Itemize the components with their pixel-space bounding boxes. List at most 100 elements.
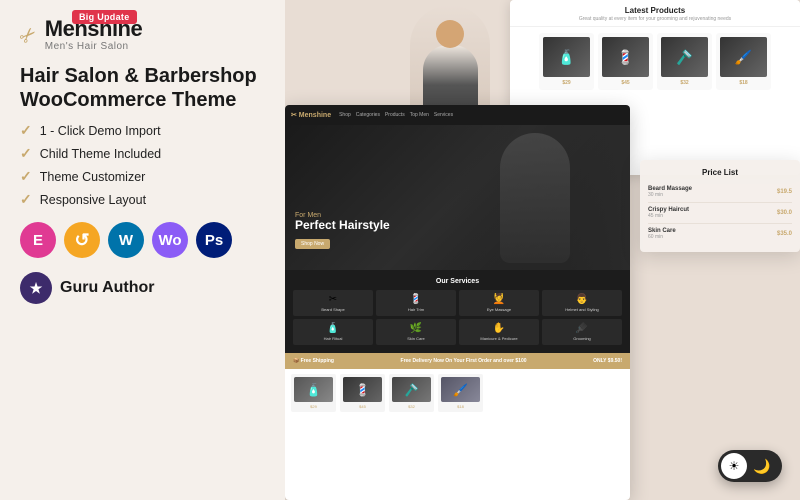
feature-label: Theme Customizer (40, 170, 146, 184)
service-icon: 🧴 (295, 323, 371, 334)
product-card: 🖌️ $18 (716, 33, 771, 90)
barber-nav: ✂ Menshine Shop Categories Products Top … (285, 105, 630, 125)
product-price: $29 (543, 80, 590, 86)
mini-product-price: $18 (441, 404, 480, 409)
service-name: Hair Trim (378, 307, 454, 312)
woocommerce-icon: Wo (152, 222, 188, 258)
service-icon: 🌿 (378, 323, 454, 334)
mini-product: 🧴 $29 (291, 374, 336, 412)
bottom-products: 🧴 $29 💈 $45 🪒 $32 🖌️ $18 (285, 369, 630, 417)
mini-product-img: 🪒 (392, 377, 431, 402)
shop-subtitle: Great quality at every item for your gro… (518, 16, 792, 22)
feature-customizer: ✓ Theme Customizer (20, 168, 265, 185)
mini-product-price: $32 (392, 404, 431, 409)
free-shipping-bar: 📦 Free Shipping Free Delivery Now On You… (285, 353, 630, 369)
service-name: Grooming (544, 336, 620, 341)
update-icon: ↺ (64, 222, 100, 258)
feature-label: Child Theme Included (40, 147, 161, 161)
nav-link: Products (385, 112, 405, 118)
free-shipping-label: 📦 Free Shipping (293, 358, 334, 364)
big-update-badge: Big Update (72, 10, 137, 24)
service-item: 🧴 Hair Ritual (293, 319, 373, 345)
product-img: 💈 (602, 37, 649, 77)
product-price: $45 (602, 80, 649, 86)
delivery-info: Free Delivery Now On Your First Order an… (401, 358, 527, 364)
price-item-cost: $19.5 (777, 189, 792, 195)
shop-now-button[interactable]: Shop Now (295, 239, 330, 249)
service-icon: 💆 (461, 294, 537, 305)
screenshot-main: ✂ Menshine Shop Categories Products Top … (285, 105, 630, 500)
mini-product: 🖌️ $18 (438, 374, 483, 412)
product-img: 🧴 (543, 37, 590, 77)
nav-links: Shop Categories Products Top Men Service… (339, 112, 453, 118)
barber-silhouette (500, 133, 570, 263)
service-item: 💆 Eye Massage (459, 290, 539, 316)
product-card: 🪒 $32 (657, 33, 712, 90)
service-item: ✋ Manicure & Pedicure (459, 319, 539, 345)
guru-author-label: Guru Author (60, 279, 155, 297)
right-panel: Latest Products Great quality at every i… (285, 0, 800, 500)
service-icon: 🪮 (544, 323, 620, 334)
mini-product: 💈 $45 (340, 374, 385, 412)
price-list-overlay: Price List Beard Massage 30 min $19.5 Cr… (640, 160, 800, 252)
services-section: Our Services ✂ Beard Shape 💈 Hair Trim 💆… (285, 270, 630, 353)
check-icon: ✓ (20, 168, 32, 185)
shop-title: Latest Products (518, 6, 792, 15)
hero-text: For Men Perfect Hairstyle Shop Now (295, 212, 390, 250)
features-list: ✓ 1 - Click Demo Import ✓ Child Theme In… (20, 122, 265, 208)
feature-child-theme: ✓ Child Theme Included (20, 145, 265, 162)
price-item-desc: 45 min (648, 213, 689, 219)
feature-click-demo: ✓ 1 - Click Demo Import (20, 122, 265, 139)
logo-subtitle: Men's Hair Salon (45, 41, 142, 52)
left-panel: Big Update ✂ Menshine Men's Hair Salon H… (0, 0, 285, 500)
services-title: Our Services (293, 278, 622, 285)
service-icon: ✋ (461, 323, 537, 334)
nav-logo: ✂ Menshine (291, 111, 331, 119)
service-item: 💈 Hair Trim (376, 290, 456, 316)
service-name: Hair Ritual (295, 336, 371, 341)
products-grid: 🧴 $29 💈 $45 🪒 $32 🖌️ $18 (510, 27, 800, 96)
service-name: Eye Massage (461, 307, 537, 312)
product-img: 🪒 (661, 37, 708, 77)
shop-header: Latest Products Great quality at every i… (510, 0, 800, 27)
service-name: Helmet and Styling (544, 307, 620, 312)
price-list-title: Price List (648, 168, 792, 177)
mini-product-img: 🧴 (294, 377, 333, 402)
service-name: Beard Shape (295, 307, 371, 312)
service-name: Skin Care (378, 336, 454, 341)
dark-mode-toggle[interactable]: ☀ 🌙 (718, 450, 782, 482)
price-item-cost: $30.0 (777, 210, 792, 216)
hero-barber-image (440, 125, 630, 270)
mini-product-img: 🖌️ (441, 377, 480, 402)
price-item: Skin Care 60 min $35.0 (648, 224, 792, 244)
price-item: Beard Massage 30 min $19.5 (648, 182, 792, 203)
feature-label: 1 - Click Demo Import (40, 124, 161, 138)
product-img: 🖌️ (720, 37, 767, 77)
services-grid: ✂ Beard Shape 💈 Hair Trim 💆 Eye Massage … (293, 290, 622, 345)
service-item: 🌿 Skin Care (376, 319, 456, 345)
service-icon: 👨 (544, 294, 620, 305)
price-item-cost: $35.0 (777, 231, 792, 237)
service-name: Manicure & Pedicure (461, 336, 537, 341)
barber-head (436, 20, 464, 48)
guru-star-icon: ★ (20, 272, 52, 304)
nav-link: Categories (356, 112, 380, 118)
nav-link: Shop (339, 112, 351, 118)
service-item: ✂ Beard Shape (293, 290, 373, 316)
price-item-desc: 60 min (648, 234, 676, 240)
check-icon: ✓ (20, 145, 32, 162)
mini-product-img: 💈 (343, 377, 382, 402)
logo-area: Big Update ✂ Menshine Men's Hair Salon (20, 18, 265, 52)
service-icon: ✂ (295, 294, 371, 305)
mini-product-price: $45 (343, 404, 382, 409)
photoshop-icon: Ps (196, 222, 232, 258)
service-item: 🪮 Grooming (542, 319, 622, 345)
light-mode-icon: ☀ (721, 453, 747, 479)
product-card: 💈 $45 (598, 33, 653, 90)
service-item: 👨 Helmet and Styling (542, 290, 622, 316)
price-item: Crispy Haircut 45 min $30.0 (648, 203, 792, 224)
only-label: ONLY $9.50! (593, 358, 622, 364)
theme-title: Hair Salon & Barbershop WooCommerce Them… (20, 64, 265, 112)
nav-link: Services (434, 112, 453, 118)
feature-label: Responsive Layout (40, 193, 146, 207)
